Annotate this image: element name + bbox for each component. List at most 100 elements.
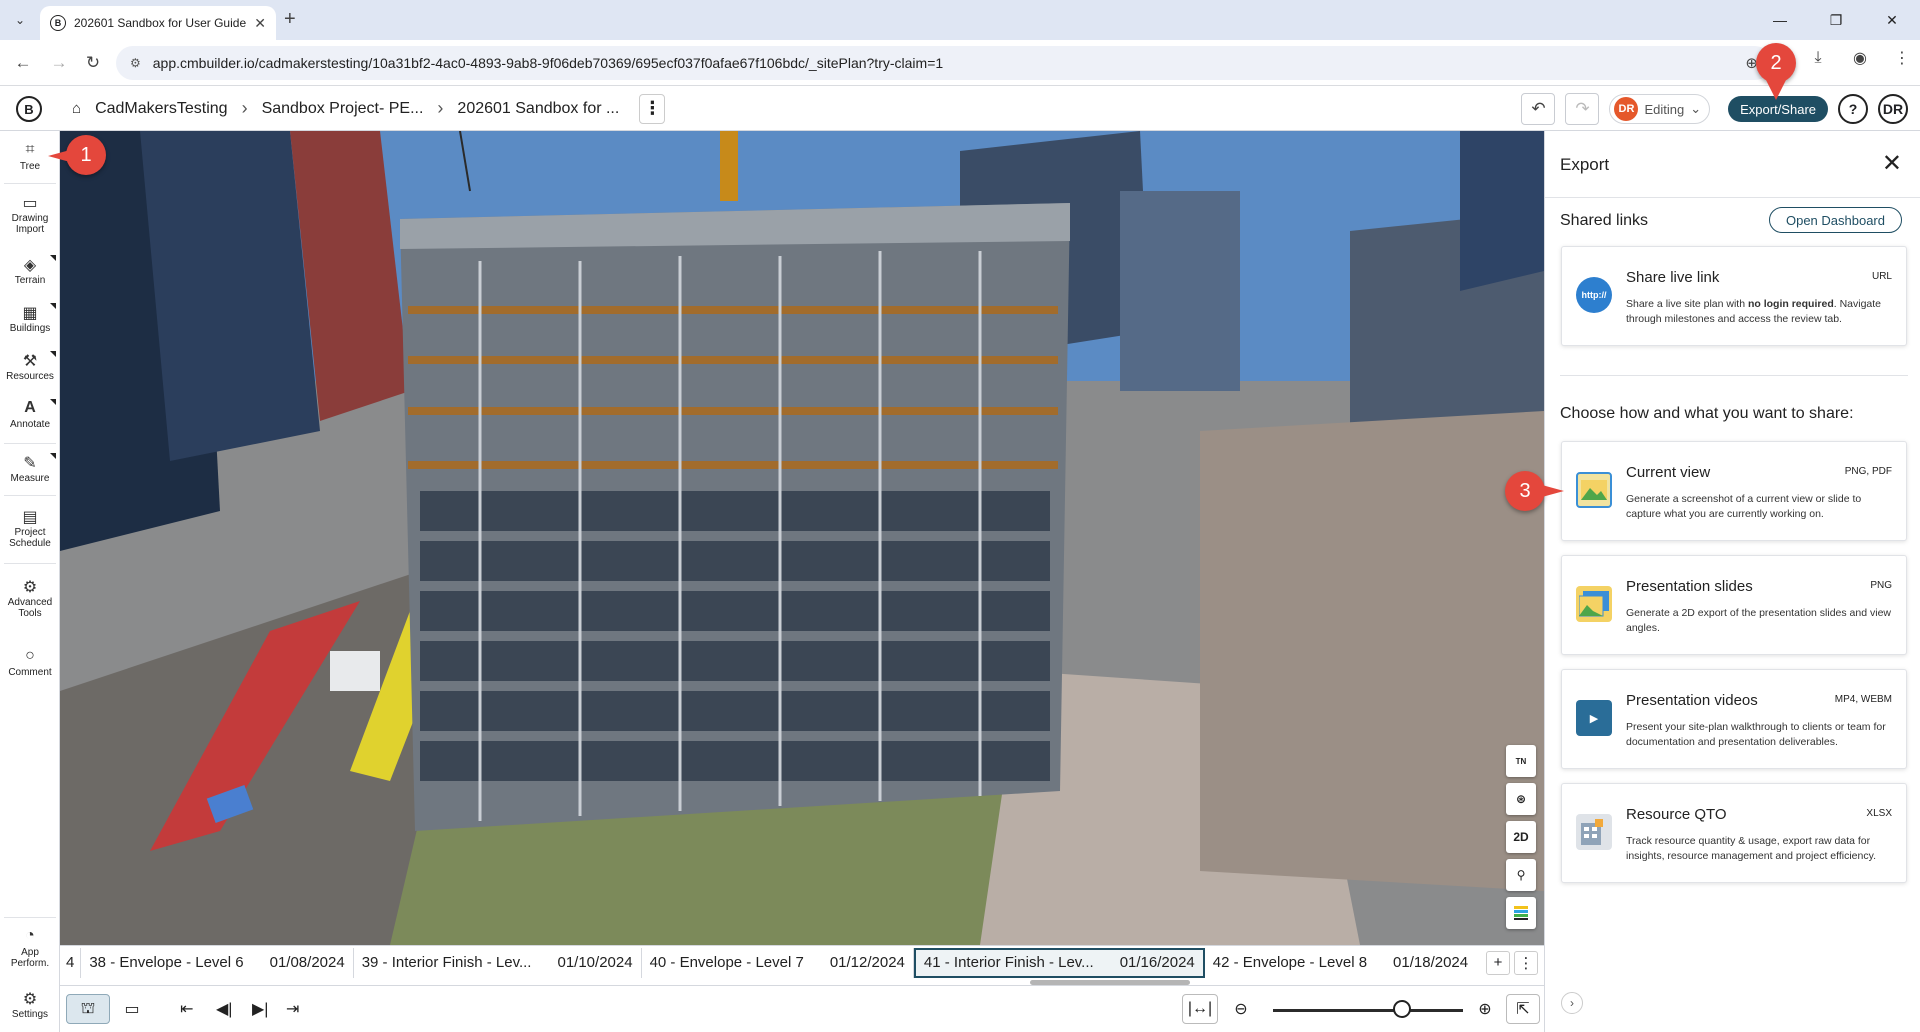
close-icon[interactable]: ✕ [1882, 149, 1902, 178]
current-view-card[interactable]: Current view PNG, PDF Generate a screens… [1561, 441, 1907, 541]
toggle-2d-button[interactable]: 2D [1506, 821, 1536, 853]
add-milestone-button[interactable]: + [1486, 950, 1510, 975]
export-panel: Export ✕ Shared links Open Dashboard htt… [1544, 131, 1920, 1032]
site-info-icon[interactable]: ⚙ [130, 56, 141, 70]
step-back-icon[interactable]: ◀| [216, 994, 232, 1024]
open-dashboard-button[interactable]: Open Dashboard [1768, 207, 1902, 233]
milestone-name: 38 - Envelope - Level 6 [89, 954, 244, 971]
browser-tab[interactable]: B 202601 Sandbox for User Guide ✕ [40, 6, 276, 40]
siteplan-menu-button[interactable]: ⋮ [639, 93, 666, 124]
milestone-item[interactable]: 4 [60, 947, 82, 978]
help-button[interactable]: ? [1838, 94, 1868, 124]
card-format: PNG [1870, 580, 1892, 591]
milestone-date: 01/16/2024 [1119, 954, 1195, 971]
camera-views-icon[interactable]: ⊛ [1506, 783, 1536, 815]
tool-buildings[interactable]: ▦ Buildings [0, 303, 60, 334]
tool-label: Advanced Tools [7, 597, 53, 619]
tool-advanced-tools[interactable]: ⚙ Advanced Tools [0, 577, 60, 619]
settings-icon: ⚙ [22, 991, 38, 1008]
breadcrumb-project[interactable]: Sandbox Project- PE... [262, 100, 424, 118]
resources-icon: ⚒ [22, 353, 38, 370]
share-live-link-card[interactable]: http:// Share live link URL Share a live… [1561, 246, 1907, 346]
3d-viewport[interactable]: TN ⊛ 2D ⚲ [60, 131, 1544, 945]
breadcrumb: ⌂ CadMakersTesting › Sandbox Project- PE… [72, 86, 666, 131]
fullscreen-icon[interactable]: ⇱ [1506, 994, 1540, 1024]
panel-collapse-chevron-icon[interactable]: › [1561, 992, 1583, 1014]
minimize-icon[interactable]: — [1752, 0, 1808, 40]
measure-icon: ✎ [23, 455, 37, 472]
comment-icon: ○ [25, 647, 35, 664]
reload-icon[interactable]: ↻ [80, 50, 106, 76]
redo-button[interactable]: ↷ [1565, 93, 1600, 125]
skip-first-icon[interactable]: ⇤ [180, 994, 193, 1024]
cmbuilder-favicon-icon: B [50, 15, 66, 31]
tool-terrain[interactable]: ◈ Terrain [0, 255, 60, 286]
tool-measure[interactable]: ✎ Measure [0, 453, 60, 484]
app-header: B ⌂ CadMakersTesting › Sandbox Project- … [0, 86, 1920, 131]
browser-actions: ⤓ ◉ ⋮ [1806, 48, 1914, 68]
window-close-icon[interactable]: ✕ [1864, 0, 1920, 40]
north-compass-icon[interactable]: TN [1506, 745, 1536, 777]
fit-timeline-icon[interactable]: |↔| [1182, 994, 1218, 1024]
breadcrumb-org[interactable]: CadMakersTesting [95, 100, 228, 118]
milestone-name: 41 - Interior Finish - Lev... [923, 954, 1094, 971]
tool-annotate[interactable]: A Annotate [0, 399, 60, 430]
milestone-item[interactable]: 40 - Envelope - Level 7 01/12/2024 [642, 947, 914, 978]
tool-drawing-import[interactable]: ▭ Drawing Import [0, 193, 60, 235]
back-icon[interactable]: ← [10, 50, 36, 76]
card-title: Current view [1626, 464, 1711, 481]
tool-settings[interactable]: ⚙ Settings [0, 989, 60, 1020]
play-icon[interactable]: ▶| [252, 994, 268, 1024]
zoom-slider-handle[interactable] [1393, 1000, 1411, 1018]
tool-resources[interactable]: ⚒ Resources [0, 351, 60, 382]
card-title: Presentation slides [1626, 578, 1753, 595]
tool-project-schedule[interactable]: ▤ Project Schedule [0, 507, 60, 549]
card-description: Track resource quantity & usage, export … [1626, 835, 1876, 862]
download-icon[interactable]: ⤓ [1806, 49, 1830, 67]
tool-comment[interactable]: ○ Comment [0, 647, 60, 678]
zoom-out-icon[interactable]: ⊖ [1224, 994, 1258, 1024]
profile-icon[interactable]: ◉ [1848, 48, 1872, 68]
presentation-videos-card[interactable]: ▶ Presentation videos MP4, WEBM Present … [1561, 669, 1907, 769]
tab-search-dropdown[interactable]: ⌄ [8, 8, 32, 32]
undo-button[interactable]: ↶ [1521, 93, 1556, 125]
card-format: XLSX [1866, 808, 1892, 819]
slides-view-button[interactable]: ▭ [110, 994, 154, 1024]
milestone-item[interactable]: 39 - Interior Finish - Lev... 01/10/2024 [354, 947, 642, 978]
editing-mode-dropdown[interactable]: DR Editing ⌄ [1609, 94, 1711, 124]
card-description: Generate a screenshot of a current view … [1626, 493, 1862, 520]
zoom-slider-track[interactable] [1273, 1009, 1463, 1012]
card-title: Presentation videos [1626, 692, 1758, 709]
restore-icon[interactable]: ❐ [1808, 0, 1864, 40]
url-field[interactable]: ⚙ app.cmbuilder.io/cadmakerstesting/10a3… [116, 46, 1772, 80]
resource-qto-card[interactable]: Resource QTO XLSX Track resource quantit… [1561, 783, 1907, 883]
tab-close-icon[interactable]: ✕ [254, 15, 266, 32]
forward-icon[interactable]: → [46, 50, 72, 76]
home-icon[interactable]: ⌂ [72, 100, 81, 117]
milestone-view-button[interactable]: ⛫ [66, 994, 110, 1024]
milestone-item-active[interactable]: 41 - Interior Finish - Lev... 01/16/2024 [913, 947, 1205, 978]
zoom-in-icon[interactable]: ⊕ [1468, 994, 1502, 1024]
milestone-item[interactable]: 38 - Envelope - Level 6 01/08/2024 [81, 947, 354, 978]
skip-last-icon[interactable]: ⇥ [286, 994, 299, 1024]
callout-1: 1 [66, 135, 106, 175]
card-format: PNG, PDF [1844, 466, 1892, 477]
tool-app-performance[interactable]: ◔ App Perform. [0, 927, 60, 969]
card-description: Share a live site plan with no login req… [1626, 297, 1896, 327]
cmbuilder-logo-icon[interactable]: B [16, 96, 42, 122]
presentation-slides-icon [1576, 586, 1612, 622]
browser-tab-bar: ⌄ B 202601 Sandbox for User Guide ✕ + — … [0, 0, 1920, 40]
avatar[interactable]: DR [1878, 94, 1908, 124]
caret-icon [50, 351, 56, 357]
spreadsheet-icon [1581, 819, 1603, 845]
presentation-slides-card[interactable]: Presentation slides PNG Generate a 2D ex… [1561, 555, 1907, 655]
layers-icon[interactable] [1506, 897, 1536, 929]
milestone-item[interactable]: 42 - Envelope - Level 8 01/18/2024 [1205, 948, 1476, 978]
timeline-more-button[interactable]: ⋮ [1514, 950, 1538, 975]
desc-text: Share a live site plan with [1626, 298, 1748, 310]
breadcrumb-siteplan[interactable]: 202601 Sandbox for ... [457, 100, 619, 118]
new-tab-icon[interactable]: + [284, 8, 296, 31]
sun-study-icon[interactable]: ⚲ [1506, 859, 1536, 891]
caret-icon [50, 255, 56, 261]
browser-menu-icon[interactable]: ⋮ [1890, 48, 1914, 68]
